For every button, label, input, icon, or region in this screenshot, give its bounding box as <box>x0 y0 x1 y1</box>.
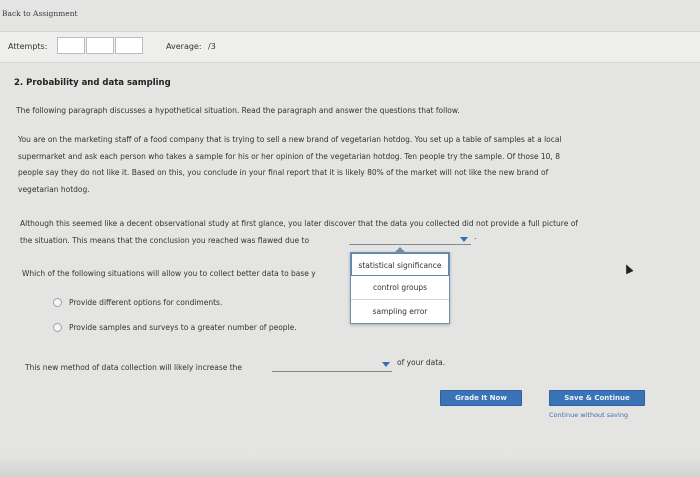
part1-dropdown[interactable] <box>349 244 471 245</box>
continue-without-saving-link[interactable]: Continue without saving <box>549 411 628 419</box>
dropdown-option-statistical-significance[interactable]: statistical significance <box>351 253 449 276</box>
radio-button[interactable] <box>53 298 62 307</box>
radio-label: Provide samples and surveys to a greater… <box>69 323 297 332</box>
attempt-box-1 <box>57 37 85 54</box>
paragraph-line: You are on the marketing staff of a food… <box>18 135 562 144</box>
part1-line2: the situation. This means that the concl… <box>20 236 310 245</box>
bottom-edge <box>0 455 700 477</box>
mouse-cursor-icon <box>622 262 634 275</box>
radio-option-more-samples[interactable]: Provide samples and surveys to a greater… <box>53 323 297 332</box>
save-and-continue-button[interactable]: Save & Continue <box>549 390 645 406</box>
part3-suffix: of your data. <box>397 358 446 367</box>
part3-dropdown[interactable] <box>272 371 392 372</box>
part1-line1: Although this seemed like a decent obser… <box>20 219 578 228</box>
part1-period: . <box>474 232 477 241</box>
grade-it-now-button[interactable]: Grade It Now <box>440 390 522 406</box>
attempts-label: Attempts: <box>8 42 48 51</box>
dropdown-menu: statistical significance control groups … <box>350 252 450 324</box>
average-value: /3 <box>208 42 216 51</box>
radio-label: Provide different options for condiments… <box>69 298 223 307</box>
attempt-box-3 <box>115 37 143 54</box>
part3-prefix: This new method of data collection will … <box>25 363 243 372</box>
scenario-paragraph: You are on the marketing staff of a food… <box>18 132 658 198</box>
back-to-assignment-link[interactable]: Back to Assignment <box>2 9 78 18</box>
radio-option-condiments[interactable]: Provide different options for condiments… <box>53 298 222 307</box>
average-label: Average: <box>166 42 202 51</box>
dropdown-option-control-groups[interactable]: control groups <box>351 276 449 300</box>
question-title: 2. Probability and data sampling <box>14 78 171 88</box>
part2-question: Which of the following situations will a… <box>22 269 316 278</box>
attempt-box-2 <box>86 37 114 54</box>
paragraph-line: people say they do not like it. Based on… <box>18 168 549 177</box>
question-intro: The following paragraph discusses a hypo… <box>16 106 460 115</box>
paragraph-line: vegetarian hotdog. <box>18 184 90 194</box>
chevron-down-icon[interactable] <box>382 362 390 367</box>
radio-button[interactable] <box>53 323 62 332</box>
attempts-bar: Attempts: Average: /3 <box>0 31 700 63</box>
part1-text: Although this seemed like a decent obser… <box>20 215 670 249</box>
chevron-down-icon[interactable] <box>460 237 468 242</box>
paragraph-line: supermarket and ask each person who take… <box>18 151 560 161</box>
dropdown-option-sampling-error[interactable]: sampling error <box>351 300 449 323</box>
